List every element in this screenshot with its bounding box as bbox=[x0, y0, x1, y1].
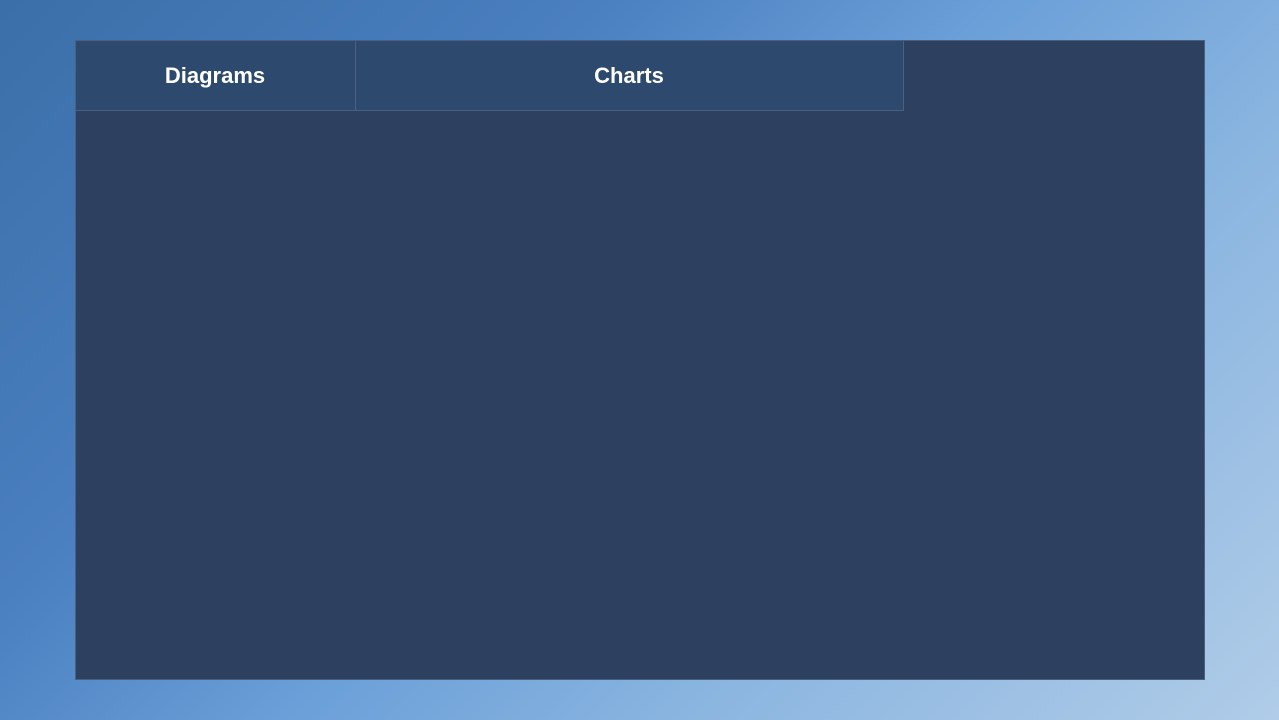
header-diagrams: Diagrams bbox=[76, 41, 356, 111]
header-charts: Charts bbox=[356, 41, 904, 111]
header-diagrams-title: Diagrams bbox=[165, 63, 265, 89]
header-charts-title: Charts bbox=[594, 63, 664, 89]
dashboard: Diagrams Charts bbox=[75, 40, 1205, 680]
